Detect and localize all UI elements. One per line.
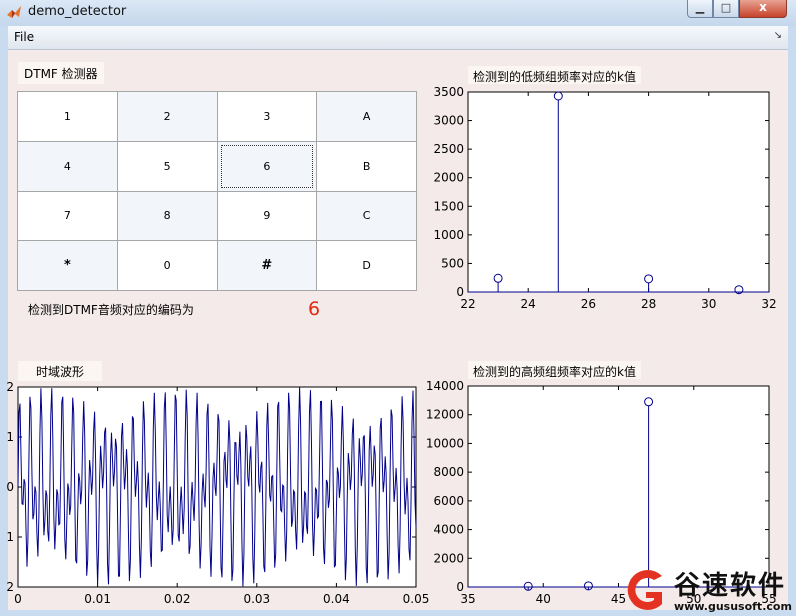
gususoft-logo-icon	[627, 570, 662, 610]
low-x-tick-label: 24	[521, 297, 536, 311]
high-y-tick-label: 6000	[433, 494, 464, 508]
low-x-tick-label: 26	[581, 297, 596, 311]
low-y-tick-label: 1500	[433, 199, 464, 213]
high-y-tick-label: 8000	[433, 465, 464, 479]
time-y-tick-label: 2	[6, 580, 14, 594]
time-plot-area	[17, 386, 417, 588]
watermark-url: www.gususoft.com	[674, 600, 792, 613]
time-y-tick-label: 1	[6, 430, 14, 444]
plots-layer: 22 24 26 28 30 320500100015002000250030003500…	[6, 85, 776, 606]
high-y-tick-label: 4000	[433, 523, 464, 537]
low-y-tick-label: 2000	[433, 171, 464, 185]
time-x-tick-label: 0.03	[243, 592, 270, 606]
time-x-tick-label: 0.01	[84, 592, 111, 606]
time-x-tick-label: 0.04	[323, 592, 350, 606]
high-y-tick-label: 2000	[433, 551, 464, 565]
low-y-tick-label: 1000	[433, 228, 464, 242]
high-y-tick-label: 0	[456, 580, 464, 594]
low-y-tick-label: 0	[456, 285, 464, 299]
high-y-tick-label: 12000	[426, 408, 464, 422]
low-x-tick-label: 32	[761, 297, 776, 311]
low-plot-area	[467, 91, 770, 293]
low-y-tick-label: 2500	[433, 142, 464, 156]
time-y-tick-label: 1	[6, 530, 14, 544]
low-x-tick-label: 22	[460, 297, 475, 311]
low-y-tick-label: 3500	[433, 85, 464, 99]
low-y-tick-label: 500	[441, 256, 464, 270]
time-x-tick-label: 0.05	[403, 592, 430, 606]
time-y-tick-label: 0	[6, 480, 14, 494]
time-x-tick-label: 0	[14, 592, 22, 606]
high-x-tick-label: 35	[460, 592, 475, 606]
high-plot-area	[467, 385, 770, 588]
time-y-tick-label: 2	[6, 380, 14, 394]
low-x-tick-label: 28	[641, 297, 656, 311]
low-x-tick-label: 30	[701, 297, 716, 311]
watermark-text: 谷速软件	[674, 571, 787, 601]
high-y-tick-label: 14000	[426, 379, 464, 393]
low-y-tick-label: 3000	[433, 114, 464, 128]
high-y-tick-label: 10000	[426, 436, 464, 450]
high-x-tick-label: 40	[536, 592, 551, 606]
watermark: 谷速软件 www.gususoft.com	[612, 564, 796, 616]
time-x-tick-label: 0.02	[164, 592, 191, 606]
